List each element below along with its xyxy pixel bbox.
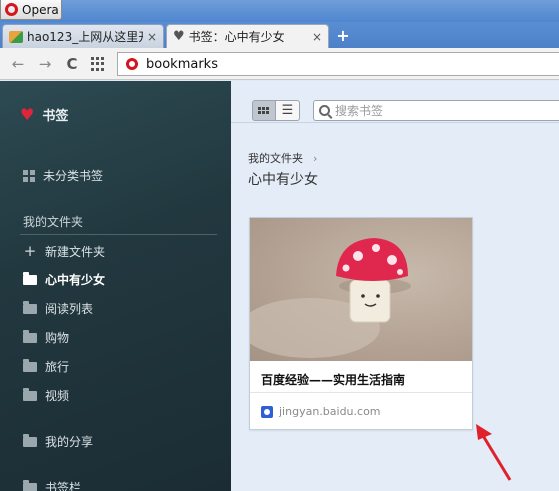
- search-icon: [319, 105, 330, 116]
- baidu-paw-icon: [261, 405, 273, 418]
- tab-bookmarks[interactable]: ♥ 书签：心中有少女 ×: [166, 24, 329, 48]
- sidebar-item-unsorted[interactable]: 未分类书签: [23, 167, 103, 184]
- plus-icon: +: [23, 242, 37, 260]
- sidebar-item-reading-list[interactable]: 阅读列表: [23, 300, 93, 317]
- bookmark-domain: jingyan.baidu.com: [279, 405, 381, 418]
- grid-icon: [258, 106, 270, 115]
- sidebar-item-travel[interactable]: 旅行: [23, 358, 69, 375]
- list-view-button[interactable]: ☰: [276, 100, 300, 121]
- main-topbar: ☰: [231, 81, 559, 123]
- folder-icon: [23, 300, 37, 314]
- sidebar-item-label: 新建文件夹: [45, 244, 106, 259]
- sidebar-item-folder-active[interactable]: 心中有少女: [23, 271, 105, 288]
- address-text: bookmarks: [146, 56, 218, 72]
- sidebar-header: ♥ 书签: [20, 105, 68, 124]
- unsorted-icon: [23, 169, 35, 182]
- bookmark-card[interactable]: 百度经验——实用生活指南 jingyan.baidu.com: [249, 217, 473, 430]
- tab-hao123[interactable]: hao123_上网从这里开始 ×: [2, 24, 164, 48]
- hao123-favicon-icon: [9, 30, 23, 43]
- section-label-my-folders: 我的文件夹: [23, 215, 84, 229]
- opera-page-icon: [126, 58, 138, 70]
- opera-menu-button[interactable]: Opera: [0, 0, 62, 20]
- speed-dial-icon[interactable]: [91, 57, 105, 71]
- new-folder-button[interactable]: + 新建文件夹: [23, 242, 105, 260]
- sidebar-item-bookmarks-bar[interactable]: 书签栏: [23, 479, 81, 491]
- sidebar-item-label: 心中有少女: [45, 273, 106, 287]
- sidebar-item-label: 阅读列表: [45, 302, 94, 316]
- sidebar-item-label: 旅行: [45, 360, 70, 374]
- breadcrumb-parent[interactable]: 我的文件夹: [248, 150, 303, 166]
- sidebar-item-label: 视频: [45, 389, 70, 403]
- opera-menu-label: Opera: [22, 2, 59, 17]
- sidebar-item-label: 购物: [45, 331, 70, 345]
- opera-logo-icon: [5, 3, 18, 16]
- grid-view-button[interactable]: [252, 100, 276, 121]
- sidebar-item-label: 我的分享: [45, 435, 94, 449]
- search-box[interactable]: [313, 100, 559, 121]
- window-titlebar: Opera: [0, 0, 559, 22]
- breadcrumb: 我的文件夹 ›: [248, 150, 317, 166]
- bookmark-url: jingyan.baidu.com: [261, 405, 381, 418]
- sidebar-item-my-share[interactable]: 我的分享: [23, 433, 93, 450]
- mushroom-photo: [250, 238, 411, 358]
- annotation-arrow-icon: [476, 424, 512, 481]
- tab-close-icon[interactable]: ×: [312, 30, 322, 44]
- folder-icon: [23, 479, 37, 491]
- bookmarks-sidebar: ♥ 书签 未分类书签 我的文件夹 + 新建文件夹 心中有少女 阅读列表 购物 旅…: [0, 81, 231, 491]
- card-divider: [250, 392, 472, 393]
- chevron-right-icon: ›: [313, 151, 318, 165]
- tab-title: hao123_上网从这里开始: [27, 30, 143, 44]
- folder-title: 心中有少女: [248, 172, 318, 188]
- sidebar-item-label: 书签栏: [45, 481, 82, 491]
- address-bar[interactable]: bookmarks: [117, 52, 559, 76]
- folder-icon: [23, 329, 37, 343]
- section-divider: [20, 234, 217, 235]
- reload-button[interactable]: C: [63, 55, 81, 73]
- browser-toolbar: ← → C bookmarks: [0, 48, 559, 80]
- sidebar-item-shopping[interactable]: 购物: [23, 329, 69, 346]
- search-input[interactable]: [335, 103, 535, 118]
- sidebar-item-label: 未分类书签: [43, 169, 104, 183]
- bookmark-title: 百度经验——实用生活指南: [261, 373, 406, 387]
- forward-button[interactable]: →: [36, 55, 54, 73]
- tab-title: 书签：心中有少女: [188, 30, 285, 44]
- bookmark-thumbnail: [250, 218, 472, 361]
- heart-icon: ♥: [20, 104, 35, 124]
- heart-favicon-icon: ♥: [173, 29, 185, 44]
- tab-strip: hao123_上网从这里开始 × ♥ 书签：心中有少女 × +: [0, 22, 559, 48]
- sidebar-item-video[interactable]: 视频: [23, 387, 69, 404]
- folder-icon: [23, 358, 37, 372]
- sidebar-title: 书签: [42, 109, 69, 124]
- folder-icon: [23, 433, 37, 447]
- back-button[interactable]: ←: [9, 55, 27, 73]
- folder-icon: [23, 387, 37, 401]
- new-tab-button[interactable]: +: [334, 27, 352, 45]
- folder-icon: [23, 271, 37, 285]
- tab-close-icon[interactable]: ×: [147, 30, 157, 44]
